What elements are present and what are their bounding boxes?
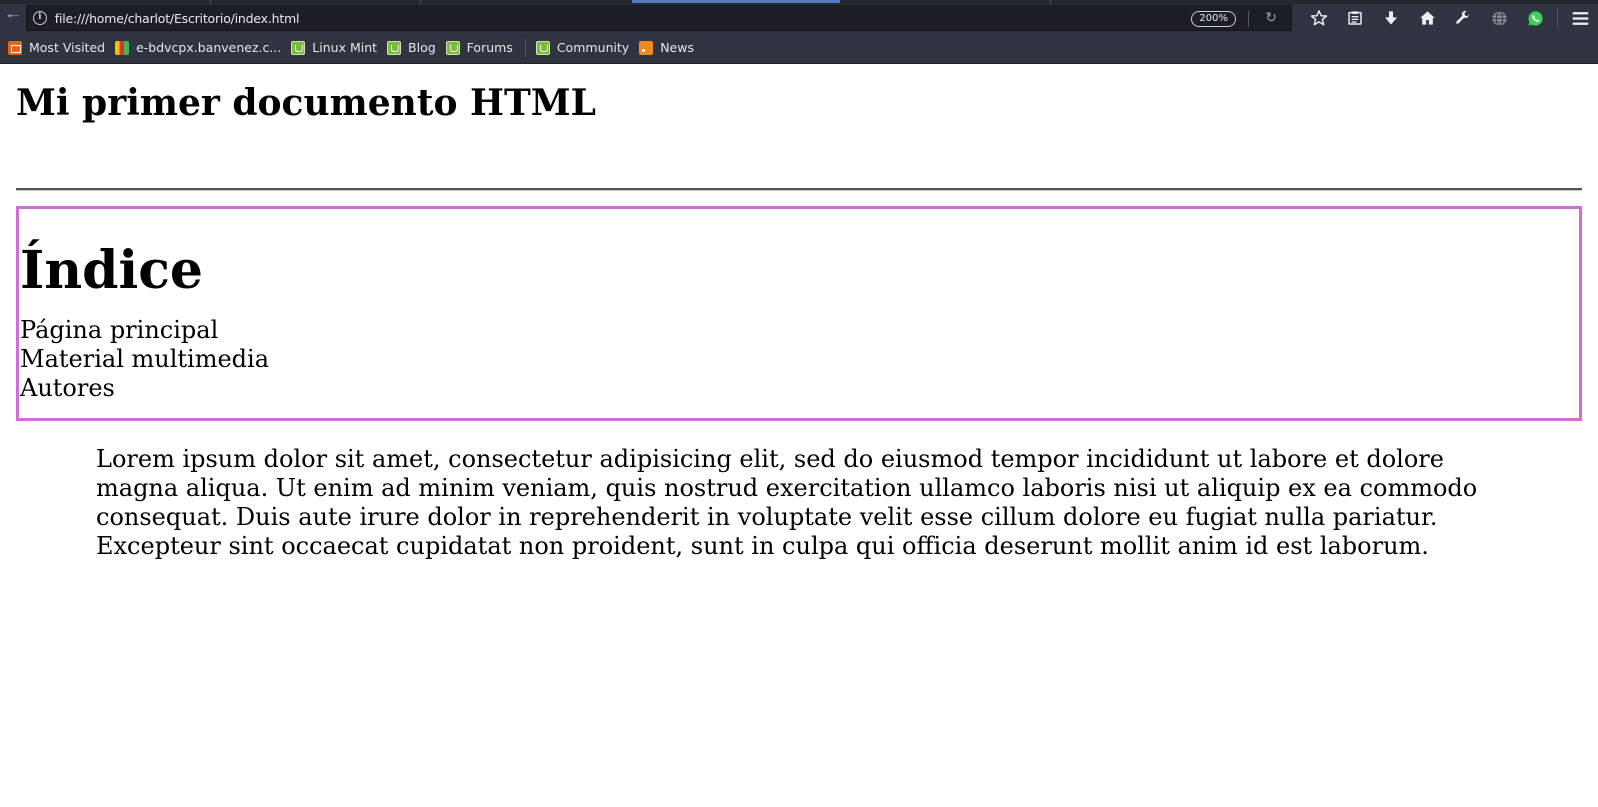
tab-strip — [0, 0, 1598, 4]
bookmarks-toolbar: Most Visited e-bdvcpx.banvenez.c... Linu… — [0, 32, 1598, 64]
star-icon[interactable] — [1301, 4, 1337, 32]
bookmark-label: Community — [556, 40, 630, 55]
bookmark-label: e-bdvcpx.banvenez.c... — [136, 40, 282, 55]
bookmark-label: Linux Mint — [312, 40, 378, 55]
download-icon[interactable] — [1373, 4, 1409, 32]
bookmark-most-visited[interactable]: Most Visited — [8, 36, 105, 60]
index-item-authors: Autores — [20, 374, 115, 402]
active-tab-indicator[interactable] — [632, 0, 840, 3]
back-arrow-icon: 🠐 — [6, 6, 20, 25]
bank-favicon-icon — [115, 40, 130, 55]
globe-icon[interactable] — [1481, 4, 1517, 32]
index-section: Índice Página principal Material multime… — [16, 206, 1582, 421]
toolbar-separator — [1557, 8, 1558, 28]
tab-separator — [420, 0, 421, 4]
bookmark-label: News — [660, 40, 694, 55]
tab-separator — [1050, 0, 1051, 4]
toolbar-icons — [1301, 4, 1598, 32]
bookmark-community[interactable]: Community — [535, 36, 630, 60]
bookmark-blog[interactable]: Blog — [387, 36, 436, 60]
mint-favicon-icon — [291, 40, 306, 55]
bookmark-separator — [524, 38, 526, 57]
mint-favicon-icon — [535, 40, 550, 55]
bookmark-label: Blog — [408, 40, 436, 55]
bookmark-linux-mint[interactable]: Linux Mint — [291, 36, 377, 60]
body-paragraph: Lorem ipsum dolor sit amet, consectetur … — [96, 445, 1478, 560]
rss-icon — [639, 40, 654, 55]
menu-icon[interactable] — [1562, 4, 1598, 32]
bookmark-banvenez[interactable]: e-bdvcpx.banvenez.c... — [115, 36, 281, 60]
nav-bar: 🠐 i file:///home/charlot/Escritorio/inde… — [0, 4, 1598, 32]
page-content: Mi primer documento HTML Índice Página p… — [0, 82, 1598, 561]
mint-favicon-icon — [387, 40, 402, 55]
home-icon[interactable] — [1409, 4, 1445, 32]
index-item-home: Página principal — [20, 316, 219, 344]
url-divider — [1248, 11, 1249, 27]
folder-icon — [8, 40, 22, 55]
wrench-icon[interactable] — [1445, 4, 1481, 32]
url-bar[interactable]: i file:///home/charlot/Escritorio/index.… — [25, 5, 1292, 31]
bookmark-news[interactable]: News — [639, 36, 694, 60]
index-heading: Índice — [20, 240, 203, 301]
mint-favicon-icon — [445, 40, 460, 55]
index-list: Página principal Material multimedia Aut… — [20, 316, 1579, 403]
tab-separator — [210, 0, 211, 4]
url-text[interactable]: file:///home/charlot/Escritorio/index.ht… — [55, 11, 300, 26]
info-icon[interactable]: i — [32, 11, 47, 25]
index-item-multimedia: Material multimedia — [20, 345, 270, 373]
back-button[interactable]: 🠐 — [0, 4, 26, 32]
reload-icon[interactable]: ↻ — [1265, 10, 1277, 26]
horizontal-rule — [16, 188, 1582, 191]
bookmark-label: Most Visited — [29, 40, 106, 55]
whatsapp-icon[interactable] — [1517, 4, 1553, 32]
browser-chrome: 🠐 i file:///home/charlot/Escritorio/inde… — [0, 0, 1598, 64]
bookmark-label: Forums — [466, 40, 513, 55]
reading-list-icon[interactable] — [1337, 4, 1373, 32]
page-title: Mi primer documento HTML — [16, 82, 596, 124]
bookmark-forums[interactable]: Forums — [445, 36, 513, 60]
zoom-level-badge[interactable]: 200% — [1191, 11, 1236, 27]
